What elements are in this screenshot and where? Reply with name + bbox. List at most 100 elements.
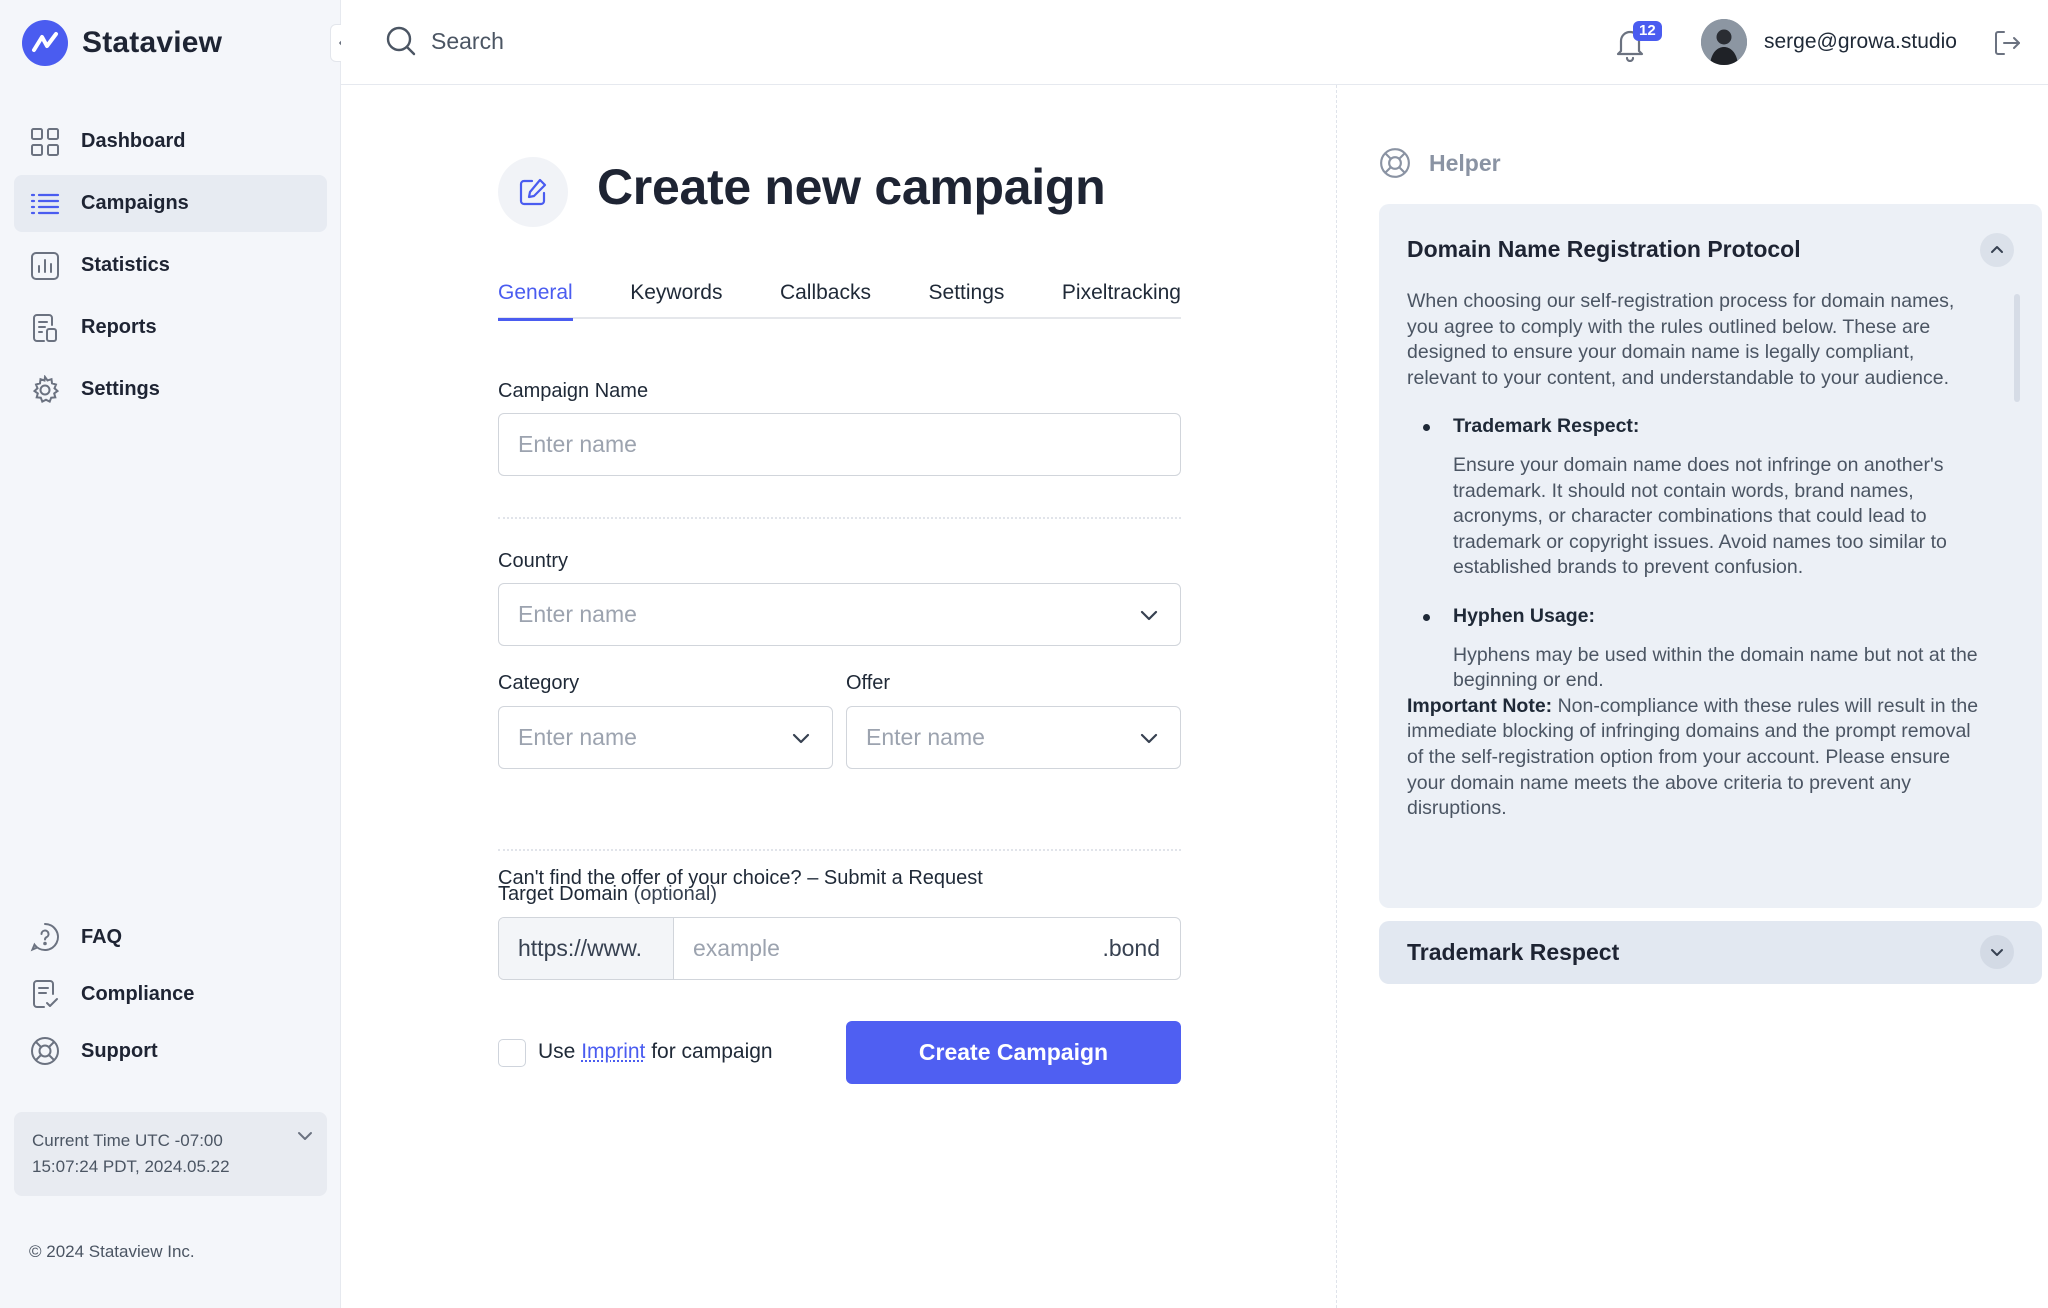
imprint-link[interactable]: Imprint (581, 1040, 645, 1063)
top-header: Search 12 serge@growa.studio (341, 0, 2048, 85)
offer-label: Offer (846, 672, 891, 694)
sidebar-item-compliance[interactable]: Compliance (14, 968, 327, 1020)
sidebar-item-statistics[interactable]: Statistics (14, 237, 327, 294)
scrollbar[interactable] (2014, 294, 2020, 402)
sidebar: Stataview Dashboard Campaigns Statistics… (0, 0, 341, 1308)
edit-icon (498, 157, 568, 227)
sidebar-item-label: Compliance (81, 982, 195, 1005)
chevron-down-icon[interactable] (295, 1126, 315, 1146)
current-time-box: Current Time UTC -07:00 15:07:24 PDT, 20… (14, 1112, 327, 1196)
domain-suffix: .bond (1102, 935, 1160, 961)
gear-icon (29, 374, 61, 406)
chevron-down-icon[interactable] (1980, 935, 2014, 969)
notifications-badge: 12 (1633, 21, 1662, 41)
sidebar-item-label: FAQ (81, 925, 123, 948)
important-note: Important Note: Non-compliance with thes… (1407, 694, 1987, 822)
stataview-logo-icon (22, 20, 68, 66)
protocol-intro: When choosing our self-registration proc… (1407, 290, 1955, 389)
tab-pixeltracking[interactable]: Pixeltracking (1062, 281, 1181, 317)
accordion-body: When choosing our self-registration proc… (1407, 289, 1987, 822)
category-select[interactable]: Enter name (498, 706, 833, 769)
report-icon (29, 312, 61, 344)
create-campaign-form: Create new campaign General Keywords Cal… (341, 85, 1337, 1308)
sidebar-item-label: Campaigns (81, 192, 189, 214)
sidebar-item-settings[interactable]: Settings (14, 361, 327, 418)
target-domain-label-text: Target Domain (498, 883, 629, 905)
sidebar-item-label: Dashboard (81, 130, 186, 152)
helper-panel: Helper Domain Name Registration Protocol… (1337, 85, 2048, 1308)
sidebar-item-reports[interactable]: Reports (14, 299, 327, 356)
accordion-title[interactable]: Domain Name Registration Protocol (1407, 236, 1801, 263)
tab-general[interactable]: General (498, 281, 573, 321)
copyright: © 2024 Stataview Inc. (29, 1242, 195, 1261)
sidebar-item-label: Support (81, 1039, 158, 1062)
document-check-icon (29, 978, 61, 1010)
bullet-title: Trademark Respect: (1453, 415, 1640, 438)
target-domain-group: https://www. example .bond (498, 917, 1181, 980)
list-item: Trademark Respect: Ensure your domain na… (1407, 414, 1987, 581)
campaign-tabs: General Keywords Callbacks Settings Pixe… (498, 281, 1181, 321)
bullet-dot (1423, 613, 1430, 621)
list-icon (29, 188, 61, 220)
time-zone-text: Current Time UTC -07:00 (32, 1131, 223, 1150)
chevron-down-icon (1138, 727, 1160, 749)
divider (498, 517, 1181, 519)
divider (498, 849, 1181, 851)
search-placeholder: Search (431, 27, 504, 54)
campaign-name-label: Campaign Name (498, 380, 649, 402)
accordion-trademark-respect[interactable]: Trademark Respect (1379, 921, 2042, 984)
sidebar-item-faq[interactable]: FAQ (14, 911, 327, 963)
chevron-down-icon (790, 727, 812, 749)
imprint-text-after: for campaign (645, 1040, 773, 1063)
search-icon (385, 25, 417, 57)
offer-select[interactable]: Enter name (846, 706, 1181, 769)
country-label: Country (498, 550, 569, 572)
page-title: Create new campaign (597, 159, 1106, 215)
category-label: Category (498, 672, 580, 694)
brand[interactable]: Stataview (22, 20, 222, 66)
chevron-up-icon[interactable] (1980, 233, 2014, 267)
submit-request-link[interactable]: Submit a Request (824, 867, 983, 889)
bullet-dot (1423, 424, 1430, 432)
user-email[interactable]: serge@growa.studio (1764, 30, 1957, 54)
sidebar-item-support[interactable]: Support (14, 1025, 327, 1077)
lifebuoy-icon (29, 1035, 61, 1067)
country-select[interactable]: Enter name (498, 583, 1181, 646)
tab-callbacks[interactable]: Callbacks (780, 281, 871, 317)
note-label: Important Note: (1407, 694, 1553, 717)
sidebar-item-label: Reports (81, 316, 157, 338)
main-nav: Dashboard Campaigns Statistics Reports S… (14, 113, 327, 423)
imprint-text-before: Use (538, 1040, 582, 1063)
bullet-text: Ensure your domain name does not infring… (1453, 453, 1947, 579)
use-imprint-checkbox[interactable] (498, 1039, 526, 1067)
sidebar-item-dashboard[interactable]: Dashboard (14, 113, 327, 170)
grid-icon (29, 126, 61, 158)
logout-icon[interactable] (1992, 28, 2022, 58)
accordion-title[interactable]: Trademark Respect (1407, 939, 1619, 966)
search-input[interactable]: Search (385, 25, 504, 57)
category-placeholder: Enter name (518, 724, 637, 750)
current-time-text: 15:07:24 PDT, 2024.05.22 (32, 1157, 230, 1176)
use-imprint-label: Use Imprint for campaign (538, 1040, 773, 1064)
brand-name: Stataview (82, 26, 223, 59)
tab-keywords[interactable]: Keywords (630, 281, 722, 317)
tab-settings[interactable]: Settings (929, 281, 1005, 317)
list-item: Hyphen Usage: Hyphens may be used within… (1407, 604, 1987, 694)
target-domain-input[interactable]: example (674, 918, 1102, 979)
target-domain-label: Target Domain (optional) (498, 883, 717, 906)
help-icon (29, 921, 61, 953)
optional-tag: (optional) (633, 883, 718, 905)
helper-header: Helper (1379, 147, 1501, 179)
create-campaign-button[interactable]: Create Campaign (846, 1021, 1181, 1084)
sidebar-item-campaigns[interactable]: Campaigns (14, 175, 327, 232)
chart-icon (29, 250, 61, 282)
bullet-text: Hyphens may be used within the domain na… (1453, 643, 1978, 692)
bullet-title: Hyphen Usage: (1453, 604, 1595, 627)
domain-prefix: https://www. (499, 918, 674, 979)
avatar[interactable] (1701, 19, 1747, 65)
offer-placeholder: Enter name (866, 724, 985, 750)
country-placeholder: Enter name (518, 601, 637, 627)
accordion-domain-protocol: Domain Name Registration Protocol When c… (1379, 204, 2042, 908)
campaign-name-input[interactable]: Enter name (498, 413, 1181, 476)
sidebar-item-label: Settings (81, 378, 160, 400)
